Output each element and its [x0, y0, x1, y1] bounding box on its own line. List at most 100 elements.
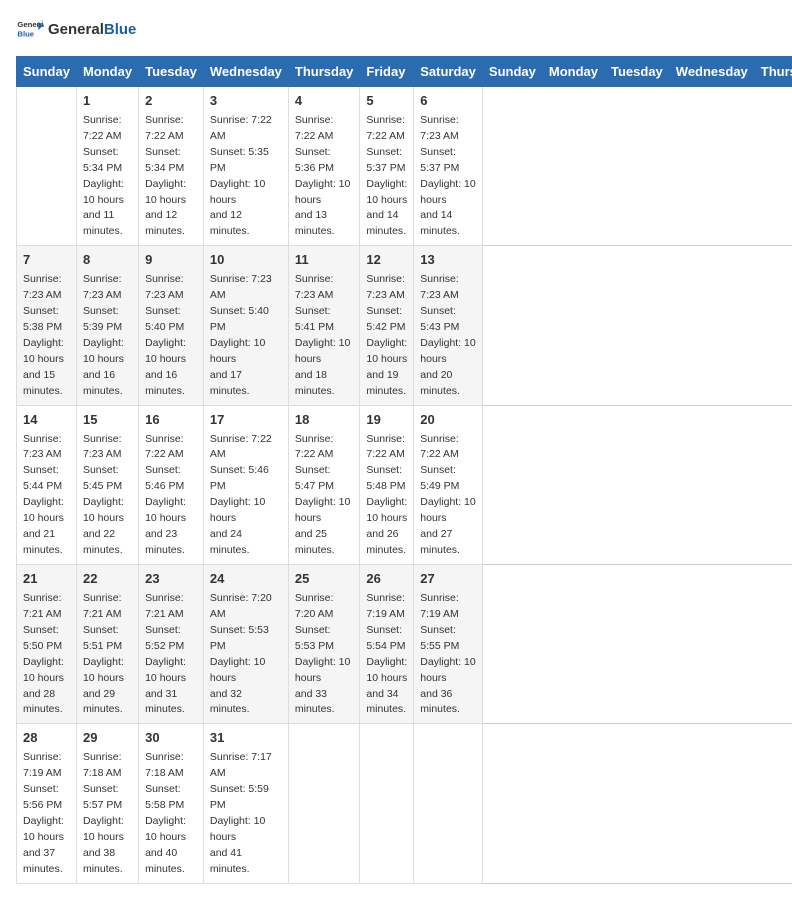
- header-day-sunday: Sunday: [482, 57, 542, 87]
- header-saturday: Saturday: [414, 57, 483, 87]
- calendar-cell: [17, 87, 77, 246]
- day-number: 11: [295, 251, 354, 270]
- header-day-monday: Monday: [542, 57, 604, 87]
- calendar-cell: 18 Sunrise: 7:22 AMSunset: 5:47 PMDayligh…: [288, 405, 360, 564]
- day-info: Sunrise: 7:22 AMSunset: 5:34 PMDaylight:…: [83, 114, 124, 238]
- day-number: 19: [366, 411, 407, 430]
- calendar-cell: 17Sunrise: 7:22 AMSunset: 5:46 PMDayligh…: [203, 405, 288, 564]
- day-info: Sunrise: 7:23 AMSunset: 5:43 PMDaylight:…: [420, 273, 475, 397]
- day-number: 20: [420, 411, 476, 430]
- day-info: Sunrise: 7:22 AMSunset: 5:34 PMDaylight:…: [145, 114, 186, 238]
- calendar-week-row: 1 Sunrise: 7:22 AMSunset: 5:34 PMDaylight…: [17, 87, 792, 246]
- logo-icon: General Blue: [16, 16, 44, 44]
- day-info: Sunrise: 7:23 AMSunset: 5:40 PMDaylight:…: [210, 273, 272, 397]
- day-info: Sunrise: 7:23 AMSunset: 5:39 PMDaylight:…: [83, 273, 124, 397]
- svg-text:Blue: Blue: [17, 29, 34, 38]
- day-info: Sunrise: 7:23 AMSunset: 5:38 PMDaylight:…: [23, 273, 64, 397]
- calendar-cell: 1 Sunrise: 7:22 AMSunset: 5:34 PMDaylight…: [76, 87, 138, 246]
- day-info: Sunrise: 7:21 AMSunset: 5:50 PMDaylight:…: [23, 592, 64, 716]
- calendar-cell: 13 Sunrise: 7:23 AMSunset: 5:43 PMDayligh…: [414, 246, 483, 405]
- header-day-thursday: Thursday: [754, 57, 792, 87]
- day-info: Sunrise: 7:20 AMSunset: 5:53 PMDaylight:…: [210, 592, 272, 716]
- calendar-cell: 26 Sunrise: 7:19 AMSunset: 5:54 PMDayligh…: [360, 565, 414, 724]
- calendar-week-row: 28 Sunrise: 7:19 AMSunset: 5:56 PMDayligh…: [17, 724, 792, 883]
- calendar-cell: 21 Sunrise: 7:21 AMSunset: 5:50 PMDayligh…: [17, 565, 77, 724]
- day-number: 4: [295, 92, 354, 111]
- calendar-cell: 22Sunrise: 7:21 AMSunset: 5:51 PMDayligh…: [76, 565, 138, 724]
- day-number: 1: [83, 92, 132, 111]
- day-number: 29: [83, 729, 132, 748]
- day-number: 21: [23, 570, 70, 589]
- day-info: Sunrise: 7:22 AMSunset: 5:46 PMDaylight:…: [210, 433, 272, 557]
- day-number: 31: [210, 729, 282, 748]
- day-number: 7: [23, 251, 70, 270]
- day-number: 9: [145, 251, 197, 270]
- page-header: General Blue GeneralBlue: [16, 16, 776, 44]
- calendar-cell: 23Sunrise: 7:21 AMSunset: 5:52 PMDayligh…: [139, 565, 204, 724]
- calendar-cell: 3 Sunrise: 7:22 AMSunset: 5:35 PMDaylight…: [203, 87, 288, 246]
- day-info: Sunrise: 7:22 AMSunset: 5:35 PMDaylight:…: [210, 114, 272, 238]
- header-sunday: Sunday: [17, 57, 77, 87]
- calendar-cell: 31 Sunrise: 7:17 AMSunset: 5:59 PMDayligh…: [203, 724, 288, 883]
- day-info: Sunrise: 7:23 AMSunset: 5:45 PMDaylight:…: [83, 433, 124, 557]
- logo: General Blue GeneralBlue: [16, 16, 136, 44]
- header-friday: Friday: [360, 57, 414, 87]
- day-info: Sunrise: 7:22 AMSunset: 5:46 PMDaylight:…: [145, 433, 186, 557]
- day-number: 18: [295, 411, 354, 430]
- calendar-cell: 4 Sunrise: 7:22 AMSunset: 5:36 PMDaylight…: [288, 87, 360, 246]
- calendar-cell: 16Sunrise: 7:22 AMSunset: 5:46 PMDayligh…: [139, 405, 204, 564]
- calendar-cell: 15 Sunrise: 7:23 AMSunset: 5:45 PMDayligh…: [76, 405, 138, 564]
- header-day-wednesday: Wednesday: [669, 57, 754, 87]
- day-info: Sunrise: 7:19 AMSunset: 5:54 PMDaylight:…: [366, 592, 407, 716]
- day-number: 14: [23, 411, 70, 430]
- day-info: Sunrise: 7:19 AMSunset: 5:56 PMDaylight:…: [23, 751, 64, 875]
- day-info: Sunrise: 7:22 AMSunset: 5:48 PMDaylight:…: [366, 433, 407, 557]
- header-wednesday: Wednesday: [203, 57, 288, 87]
- day-number: 12: [366, 251, 407, 270]
- calendar-table: SundayMondayTuesdayWednesdayThursdayFrid…: [16, 56, 792, 884]
- calendar-cell: 12 Sunrise: 7:23 AMSunset: 5:42 PMDayligh…: [360, 246, 414, 405]
- day-info: Sunrise: 7:19 AMSunset: 5:55 PMDaylight:…: [420, 592, 475, 716]
- calendar-week-row: 7 Sunrise: 7:23 AMSunset: 5:38 PMDaylight…: [17, 246, 792, 405]
- calendar-cell: 27Sunrise: 7:19 AMSunset: 5:55 PMDayligh…: [414, 565, 483, 724]
- day-info: Sunrise: 7:23 AMSunset: 5:41 PMDaylight:…: [295, 273, 350, 397]
- day-number: 2: [145, 92, 197, 111]
- calendar-header-row: SundayMondayTuesdayWednesdayThursdayFrid…: [17, 57, 792, 87]
- calendar-cell: [288, 724, 360, 883]
- calendar-week-row: 21 Sunrise: 7:21 AMSunset: 5:50 PMDayligh…: [17, 565, 792, 724]
- day-number: 26: [366, 570, 407, 589]
- day-info: Sunrise: 7:22 AMSunset: 5:37 PMDaylight:…: [366, 114, 407, 238]
- day-info: Sunrise: 7:18 AMSunset: 5:57 PMDaylight:…: [83, 751, 124, 875]
- day-info: Sunrise: 7:17 AMSunset: 5:59 PMDaylight:…: [210, 751, 272, 875]
- day-info: Sunrise: 7:20 AMSunset: 5:53 PMDaylight:…: [295, 592, 350, 716]
- day-number: 30: [145, 729, 197, 748]
- day-number: 23: [145, 570, 197, 589]
- day-number: 22: [83, 570, 132, 589]
- calendar-cell: 8 Sunrise: 7:23 AMSunset: 5:39 PMDaylight…: [76, 246, 138, 405]
- day-number: 5: [366, 92, 407, 111]
- day-number: 13: [420, 251, 476, 270]
- header-day-tuesday: Tuesday: [605, 57, 670, 87]
- logo-blue: Blue: [104, 21, 137, 38]
- header-monday: Monday: [76, 57, 138, 87]
- day-info: Sunrise: 7:22 AMSunset: 5:49 PMDaylight:…: [420, 433, 475, 557]
- day-number: 6: [420, 92, 476, 111]
- calendar-week-row: 14Sunrise: 7:23 AMSunset: 5:44 PMDayligh…: [17, 405, 792, 564]
- logo-general: General: [48, 21, 104, 38]
- calendar-cell: 11 Sunrise: 7:23 AMSunset: 5:41 PMDayligh…: [288, 246, 360, 405]
- day-info: Sunrise: 7:22 AMSunset: 5:47 PMDaylight:…: [295, 433, 350, 557]
- calendar-cell: 2 Sunrise: 7:22 AMSunset: 5:34 PMDaylight…: [139, 87, 204, 246]
- day-number: 8: [83, 251, 132, 270]
- day-number: 25: [295, 570, 354, 589]
- calendar-cell: [360, 724, 414, 883]
- day-number: 3: [210, 92, 282, 111]
- calendar-cell: 7 Sunrise: 7:23 AMSunset: 5:38 PMDaylight…: [17, 246, 77, 405]
- day-info: Sunrise: 7:23 AMSunset: 5:40 PMDaylight:…: [145, 273, 186, 397]
- day-number: 15: [83, 411, 132, 430]
- calendar-cell: 9 Sunrise: 7:23 AMSunset: 5:40 PMDaylight…: [139, 246, 204, 405]
- calendar-cell: 20 Sunrise: 7:22 AMSunset: 5:49 PMDayligh…: [414, 405, 483, 564]
- day-info: Sunrise: 7:23 AMSunset: 5:42 PMDaylight:…: [366, 273, 407, 397]
- day-info: Sunrise: 7:22 AMSunset: 5:36 PMDaylight:…: [295, 114, 350, 238]
- day-number: 28: [23, 729, 70, 748]
- day-number: 24: [210, 570, 282, 589]
